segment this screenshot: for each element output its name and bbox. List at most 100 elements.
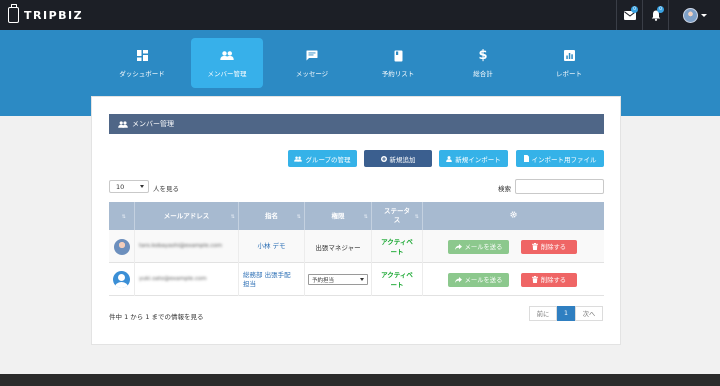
app-logo[interactable]: TRIPBIZ bbox=[8, 4, 84, 23]
top-bar: TRIPBIZ 0 0 bbox=[0, 0, 720, 30]
page-length-select[interactable]: 10 bbox=[109, 180, 149, 193]
nav-label: メンバー管理 bbox=[207, 69, 247, 78]
role-select[interactable]: 予約担当 bbox=[308, 274, 368, 285]
email-cell: taro.kobayashi@example.com bbox=[135, 230, 239, 263]
delete-button[interactable]: 削除する bbox=[521, 239, 577, 254]
new-import-label: 新規インポート bbox=[455, 155, 501, 164]
nav-dashboard[interactable]: ダッシュボード bbox=[106, 38, 178, 88]
nav-label: 予約リスト bbox=[381, 69, 415, 78]
group-management-button[interactable]: グループの管理 bbox=[288, 150, 357, 167]
dashboard-icon bbox=[136, 49, 148, 63]
nav-member-management[interactable]: メンバー管理 bbox=[191, 38, 263, 88]
members-table: ⇅ メールアドレス ⇅ 指名 ⇅ 権限 ⇅ ステータス ⇅ taro.kobay… bbox=[109, 202, 604, 296]
column-header-email[interactable]: メールアドレス ⇅ bbox=[135, 202, 239, 230]
import-file-button[interactable]: インポート用ファイル bbox=[516, 150, 604, 167]
actions-cell: メールを送る 削除する bbox=[423, 263, 604, 296]
sort-icon: ⇅ bbox=[230, 214, 235, 220]
user-avatar bbox=[682, 7, 698, 23]
send-mail-button[interactable]: メールを送る bbox=[448, 272, 509, 287]
email-text: taro.kobayashi@example.com bbox=[139, 243, 223, 249]
send-mail-label: メールを送る bbox=[464, 277, 503, 284]
import-file-label: インポート用ファイル bbox=[531, 155, 597, 164]
role-text: 出張マネジャー bbox=[315, 243, 361, 252]
search-label: 検索 bbox=[498, 185, 511, 193]
sort-icon: ⇅ bbox=[121, 214, 126, 220]
users-icon bbox=[118, 120, 128, 128]
email-cell: yuki.sato@example.com bbox=[135, 263, 239, 296]
send-mail-button[interactable]: メールを送る bbox=[448, 239, 509, 254]
sort-icon: ⇅ bbox=[363, 214, 368, 220]
messages-button[interactable]: 0 bbox=[616, 0, 642, 30]
page-footer bbox=[0, 374, 720, 386]
delete-label: 削除する bbox=[540, 277, 567, 284]
group-icon bbox=[294, 156, 303, 162]
send-mail-label: メールを送る bbox=[464, 244, 503, 251]
column-header-label: 指名 bbox=[265, 211, 278, 220]
messages-badge: 0 bbox=[631, 6, 638, 13]
nav-label: 総合計 bbox=[473, 69, 493, 78]
file-icon bbox=[523, 155, 529, 162]
group-management-label: グループの管理 bbox=[305, 155, 351, 164]
nav-report[interactable]: レポート bbox=[533, 38, 605, 88]
page-button-current[interactable]: 1 bbox=[557, 306, 575, 321]
message-icon bbox=[306, 49, 318, 63]
caret-down-icon bbox=[360, 278, 364, 281]
delete-button[interactable]: 削除する bbox=[521, 272, 577, 287]
user-menu[interactable] bbox=[668, 0, 720, 30]
member-management-card: メンバー管理 グループの管理 新規追加 新規インポート インポート用ファイル 1… bbox=[91, 96, 621, 345]
notifications-button[interactable]: 0 bbox=[642, 0, 668, 30]
status-cell: アクティベート bbox=[372, 263, 423, 296]
pagination: 前に 1 次へ bbox=[529, 306, 603, 321]
page-length-value: 10 bbox=[116, 182, 125, 191]
nav-label: レポート bbox=[556, 69, 582, 78]
actions-cell: メールを送る 削除する bbox=[423, 230, 604, 263]
dollar-icon: $ bbox=[478, 48, 488, 63]
trash-icon bbox=[531, 243, 538, 250]
table-row: taro.kobayashi@example.com 小林 デモ 出張マネジャー… bbox=[109, 230, 604, 263]
notifications-badge: 0 bbox=[657, 6, 664, 13]
nav-totals[interactable]: $ 総合計 bbox=[447, 38, 519, 88]
column-header-status[interactable]: ステータス ⇅ bbox=[372, 202, 423, 230]
name-cell: 総務部 出張手配担当 bbox=[239, 263, 305, 296]
member-avatar bbox=[113, 271, 130, 288]
suitcase-icon bbox=[8, 4, 19, 23]
add-new-button[interactable]: 新規追加 bbox=[364, 150, 432, 167]
role-cell: 出張マネジャー bbox=[305, 230, 372, 263]
page-length-label: 人を見る bbox=[153, 185, 179, 193]
column-header-avatar[interactable]: ⇅ bbox=[109, 202, 135, 230]
avatar-cell bbox=[109, 230, 135, 263]
nav-booking-list[interactable]: 予約リスト bbox=[362, 38, 434, 88]
role-cell: 予約担当 bbox=[305, 263, 372, 296]
share-arrow-icon bbox=[454, 276, 462, 283]
next-page-button[interactable]: 次へ bbox=[575, 306, 603, 321]
report-icon bbox=[563, 49, 575, 63]
prev-page-button[interactable]: 前に bbox=[529, 306, 557, 321]
gear-icon bbox=[510, 211, 517, 221]
member-name-link[interactable]: 小林 デモ bbox=[257, 242, 285, 251]
column-header-label: メールアドレス bbox=[163, 211, 210, 220]
table-row: yuki.sato@example.com 総務部 出張手配担当 予約担当 アク… bbox=[109, 263, 604, 296]
delete-label: 削除する bbox=[540, 244, 567, 251]
book-icon bbox=[394, 49, 403, 63]
status-cell: アクティベート bbox=[372, 230, 423, 263]
users-icon bbox=[220, 49, 234, 63]
member-avatar bbox=[113, 238, 130, 255]
status-badge: アクティベート bbox=[381, 270, 413, 289]
new-import-button[interactable]: 新規インポート bbox=[439, 150, 508, 167]
member-name-link[interactable]: 総務部 出張手配担当 bbox=[243, 271, 297, 289]
app-logo-text: TRIPBIZ bbox=[24, 8, 84, 22]
column-header-actions bbox=[423, 202, 604, 230]
email-text: yuki.sato@example.com bbox=[139, 276, 207, 282]
column-header-role[interactable]: 権限 ⇅ bbox=[305, 202, 372, 230]
nav-label: ダッシュボード bbox=[119, 69, 165, 78]
role-select-value: 予約担当 bbox=[312, 277, 335, 284]
caret-down-icon bbox=[700, 13, 707, 17]
share-arrow-icon bbox=[454, 243, 462, 250]
avatar-cell bbox=[109, 263, 135, 296]
nav-messages[interactable]: メッセージ bbox=[276, 38, 348, 88]
column-header-name[interactable]: 指名 ⇅ bbox=[239, 202, 305, 230]
card-header: メンバー管理 bbox=[109, 114, 604, 134]
search-input[interactable] bbox=[515, 179, 604, 194]
status-badge: アクティベート bbox=[381, 237, 413, 256]
caret-down-icon bbox=[140, 185, 144, 188]
